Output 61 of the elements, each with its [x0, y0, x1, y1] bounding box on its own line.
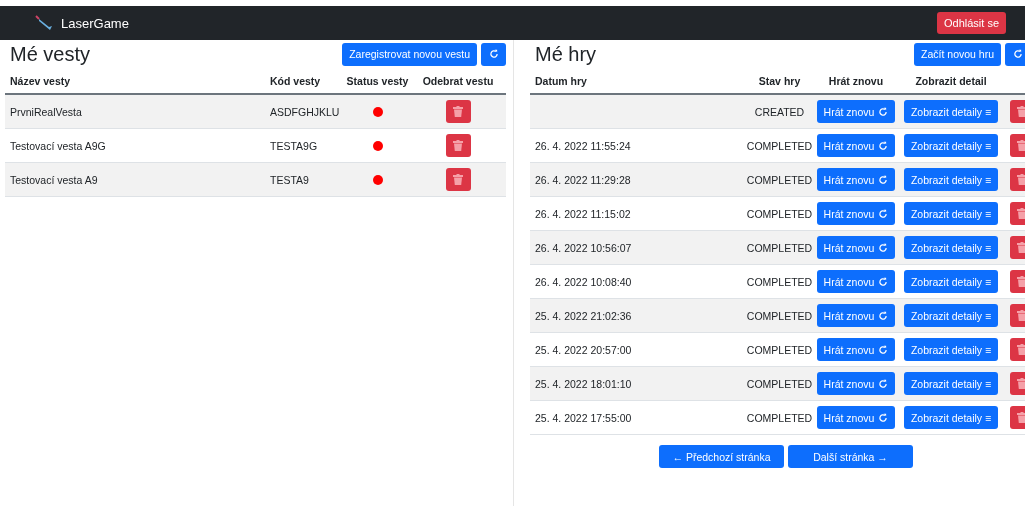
game-date: 25. 4. 2022 18:01:10: [534, 377, 633, 390]
game-date: 25. 4. 2022 20:57:00: [534, 343, 633, 356]
previous-page-button[interactable]: ← Předchozí stránka: [659, 445, 784, 468]
game-date: 26. 4. 2022 11:15:02: [534, 207, 632, 220]
game-state: COMPLETED: [746, 241, 813, 254]
replay-button[interactable]: Hrát znovu: [816, 304, 896, 327]
game-date: 25. 4. 2022 17:55:00: [534, 411, 633, 424]
vest-code: TESTA9: [270, 173, 310, 186]
column-header: Stav hry: [758, 74, 801, 87]
replay-button[interactable]: Hrát znovu: [816, 406, 896, 429]
game-date: 26. 4. 2022 10:08:40: [534, 275, 633, 288]
next-page-button[interactable]: Další stránka →: [788, 445, 913, 468]
game-date: 25. 4. 2022 21:02:36: [534, 309, 633, 322]
replay-button[interactable]: Hrát znovu: [816, 372, 896, 395]
show-details-button[interactable]: Zobrazit detaily ≡: [903, 134, 999, 157]
vest-name: Testovací vesta A9: [9, 173, 99, 186]
show-details-button[interactable]: Zobrazit detaily ≡: [903, 202, 999, 225]
game-state: CREATED: [754, 105, 805, 118]
show-details-button[interactable]: Zobrazit detaily ≡: [903, 304, 999, 327]
new-game-button[interactable]: Začít novou hru: [914, 42, 1001, 66]
show-details-button[interactable]: Zobrazit detaily ≡: [903, 100, 999, 123]
show-details-button[interactable]: Zobrazit detaily ≡: [903, 270, 999, 293]
logout-button[interactable]: Odhlásit se: [936, 12, 1006, 34]
column-header: Zobrazit detail: [915, 74, 987, 87]
vest-name: PrvniRealVesta: [9, 105, 83, 118]
replay-button[interactable]: Hrát znovu: [816, 134, 896, 157]
show-details-button[interactable]: Zobrazit detaily ≡: [903, 236, 999, 259]
vest-name: Testovací vesta A9G: [9, 139, 107, 152]
show-details-button[interactable]: Zobrazit detaily ≡: [903, 168, 999, 191]
game-state: COMPLETED: [746, 139, 813, 152]
vest-code: TESTA9G: [270, 139, 319, 152]
column-header: Název vesty: [9, 74, 72, 87]
game-state: COMPLETED: [746, 173, 813, 186]
brand-name[interactable]: LaserGame: [61, 15, 129, 31]
replay-button[interactable]: Hrát znovu: [816, 202, 896, 225]
game-state: COMPLETED: [746, 377, 813, 390]
column-header: Kód vesty: [270, 74, 322, 87]
register-vest-button[interactable]: Zaregistrovat novou vestu: [342, 42, 477, 66]
show-details-button[interactable]: Zobrazit detaily ≡: [903, 338, 999, 361]
game-state: COMPLETED: [746, 309, 813, 322]
vest-code: ASDFGHJKLU: [270, 105, 341, 118]
game-state: COMPLETED: [746, 411, 813, 424]
column-header: Odebrat vestu: [422, 74, 494, 87]
section-title: Mé hry: [535, 42, 597, 66]
section-title: Mé vesty: [10, 42, 91, 66]
show-details-button[interactable]: Zobrazit detaily ≡: [903, 372, 999, 395]
game-state: COMPLETED: [746, 275, 813, 288]
show-details-button[interactable]: Zobrazit detaily ≡: [903, 406, 999, 429]
game-state: COMPLETED: [746, 343, 813, 356]
column-header: Hrát znovu: [828, 74, 884, 87]
column-header: Datum hry: [534, 74, 588, 87]
replay-button[interactable]: Hrát znovu: [816, 270, 896, 293]
game-date: 26. 4. 2022 10:56:07: [534, 241, 633, 254]
replay-button[interactable]: Hrát znovu: [816, 100, 896, 123]
replay-button[interactable]: Hrát znovu: [816, 168, 896, 191]
game-date: 26. 4. 2022 11:29:28: [534, 173, 632, 186]
replay-button[interactable]: Hrát znovu: [816, 338, 896, 361]
replay-button[interactable]: Hrát znovu: [816, 236, 896, 259]
game-state: COMPLETED: [746, 207, 813, 220]
game-date: 26. 4. 2022 11:55:24: [534, 139, 632, 152]
column-header: Status vesty: [346, 74, 409, 87]
